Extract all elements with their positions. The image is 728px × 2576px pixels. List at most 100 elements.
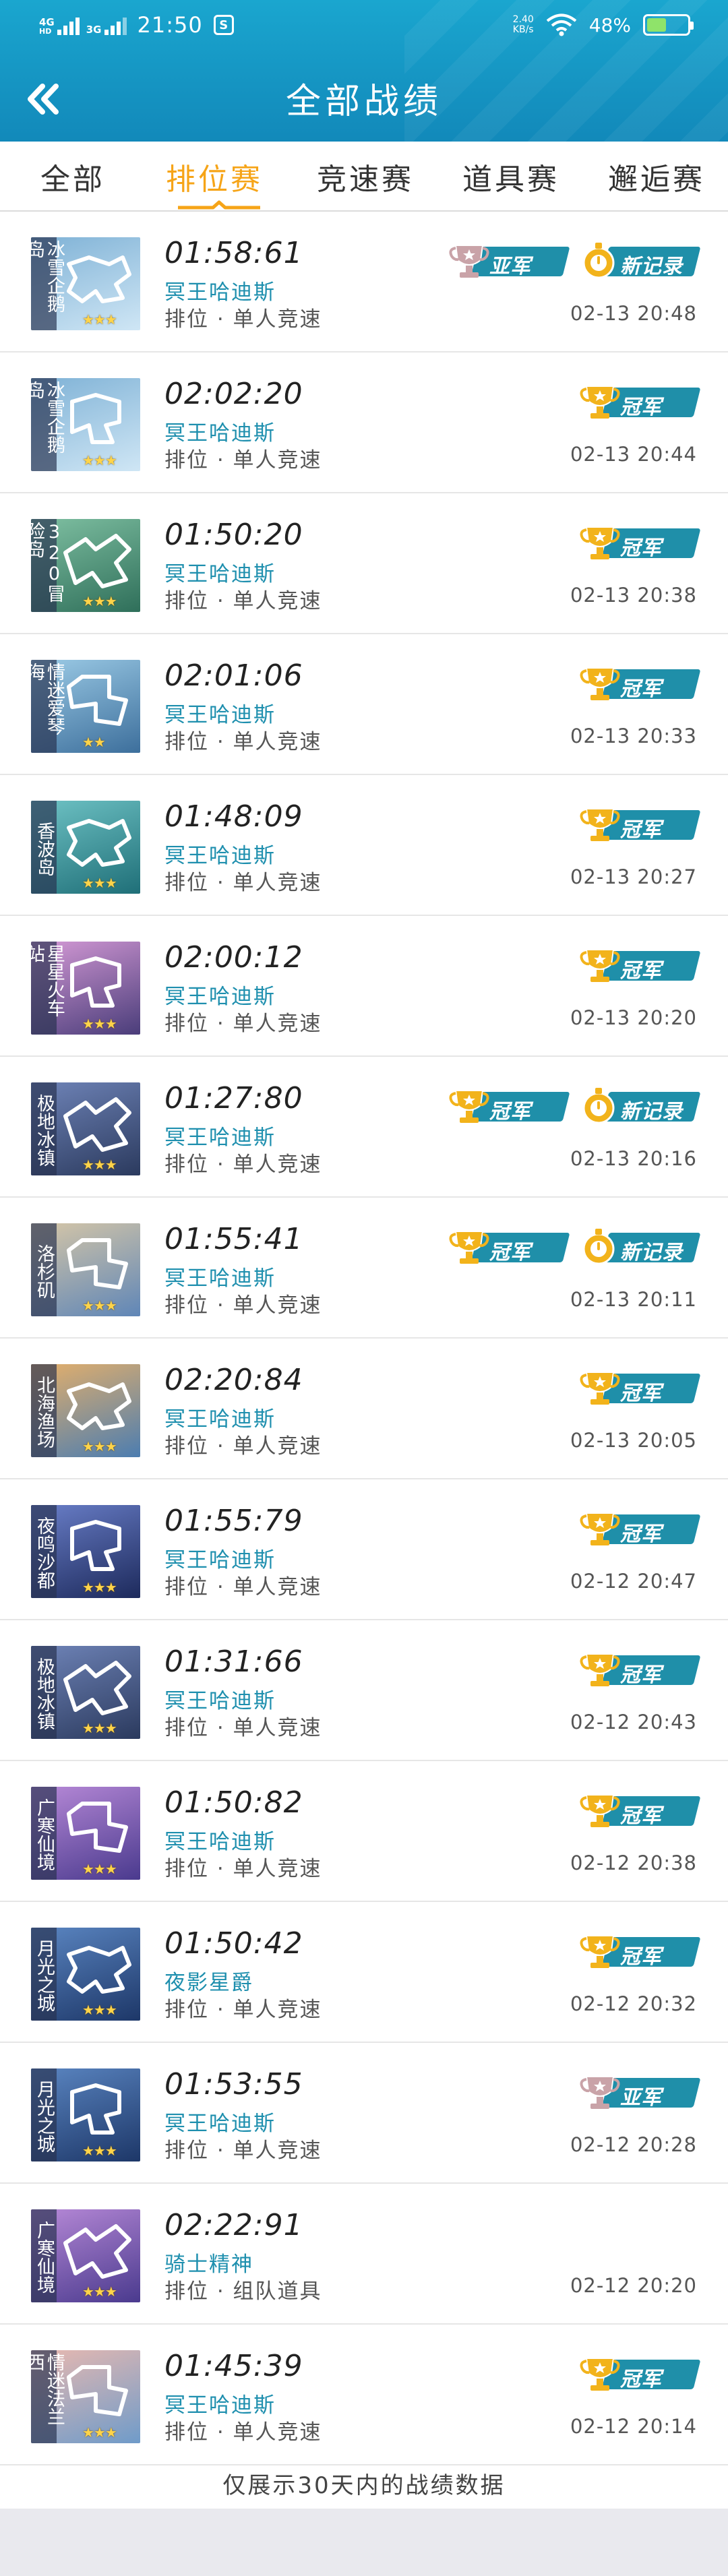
race-mode: 排位 · 单人竞速 bbox=[164, 1153, 322, 1177]
car-name: 冥王哈迪斯 bbox=[164, 280, 276, 305]
track-name: 极地冰镇 bbox=[31, 1082, 57, 1175]
track-thumbnail: 320冒险岛 ★★★ bbox=[31, 519, 140, 612]
tab-encounter-race[interactable]: 邂逅赛 bbox=[608, 155, 705, 198]
battery-level-fill bbox=[647, 18, 666, 32]
trophy-icon bbox=[580, 526, 620, 559]
champion-badge: 冠军 bbox=[578, 381, 701, 421]
record-row[interactable]: 冰雪企鹅岛 ★★★ 02:02:20 冥王哈迪斯 排位 · 单人竞速 冠军 02… bbox=[0, 352, 728, 493]
trophy-icon bbox=[580, 1512, 620, 1545]
record-row[interactable]: 月光之城 ★★★ 01:53:55 冥王哈迪斯 排位 · 单人竞速 亚军 02-… bbox=[0, 2043, 728, 2184]
badge-label: 亚军 bbox=[620, 2086, 662, 2110]
car-name: 冥王哈迪斯 bbox=[164, 844, 276, 868]
tab-item-race[interactable]: 道具赛 bbox=[462, 155, 559, 198]
record-row[interactable]: 情迷法兰西 ★★★ 01:45:39 冥王哈迪斯 排位 · 单人竞速 冠军 02… bbox=[0, 2325, 728, 2465]
result-badges: 冠军 新记录 bbox=[448, 1226, 701, 1266]
car-name: 冥王哈迪斯 bbox=[164, 985, 276, 1009]
track-thumbnail: 北海渔场 ★★★ bbox=[31, 1364, 140, 1457]
race-date: 02-13 20:16 bbox=[570, 1147, 697, 1170]
clock-time: 21:50 bbox=[137, 12, 203, 38]
race-date: 02-13 20:33 bbox=[570, 725, 697, 747]
car-name: 冥王哈迪斯 bbox=[164, 1266, 276, 1291]
champion-badge: 冠军 bbox=[578, 522, 701, 562]
champion-badge: 冠军 bbox=[578, 2353, 701, 2393]
tab-all[interactable]: 全部 bbox=[40, 155, 105, 198]
race-date: 02-13 20:27 bbox=[570, 865, 697, 888]
race-mode: 排位 · 单人竞速 bbox=[164, 1998, 322, 2022]
record-row[interactable]: 情迷爱琴海 ★★ 02:01:06 冥王哈迪斯 排位 · 单人竞速 冠军 02-… bbox=[0, 634, 728, 775]
race-date: 02-13 20:05 bbox=[570, 1429, 697, 1452]
car-name: 冥王哈迪斯 bbox=[164, 1548, 276, 1572]
difficulty-stars: ★★★ bbox=[82, 1579, 117, 1595]
record-row[interactable]: 星星火车站 ★★★ 02:00:12 冥王哈迪斯 排位 · 单人竞速 冠军 02… bbox=[0, 916, 728, 1057]
difficulty-stars: ★★★ bbox=[82, 1157, 117, 1173]
result-badges: 冠军 bbox=[578, 1930, 701, 1971]
difficulty-stars: ★★★ bbox=[82, 452, 117, 468]
record-row[interactable]: 月光之城 ★★★ 01:50:42 夜影星爵 排位 · 单人竞速 冠军 02-1… bbox=[0, 1902, 728, 2043]
champion-badge: 冠军 bbox=[448, 1226, 570, 1266]
race-mode: 排位 · 单人竞速 bbox=[164, 1434, 322, 1459]
race-time: 01:50:20 bbox=[164, 518, 303, 552]
badge-label: 冠军 bbox=[620, 2368, 662, 2391]
car-name: 冥王哈迪斯 bbox=[164, 2393, 276, 2418]
stopwatch-icon bbox=[582, 243, 615, 279]
battery-percent: 48% bbox=[588, 13, 631, 36]
track-name: 月光之城 bbox=[31, 1928, 57, 2021]
result-badges: 亚军 新记录 bbox=[448, 240, 701, 280]
track-thumbnail: 情迷爱琴海 ★★ bbox=[31, 660, 140, 753]
champion-badge: 冠军 bbox=[578, 803, 701, 844]
track-map-icon bbox=[63, 1097, 131, 1152]
result-badges: 冠军 bbox=[578, 1367, 701, 1407]
record-row[interactable]: 夜鸣沙都 ★★★ 01:55:79 冥王哈迪斯 排位 · 单人竞速 冠军 02-… bbox=[0, 1479, 728, 1620]
network-type-label: 4G bbox=[39, 16, 55, 28]
track-map-icon bbox=[67, 1946, 131, 1994]
track-thumbnail: 月光之城 ★★★ bbox=[31, 2068, 140, 2161]
race-time: 01:58:61 bbox=[164, 236, 303, 270]
result-badges: 冠军 bbox=[578, 1649, 701, 1689]
record-row[interactable]: 北海渔场 ★★★ 02:20:84 冥王哈迪斯 排位 · 单人竞速 冠军 02-… bbox=[0, 1339, 728, 1479]
badge-label: 冠军 bbox=[620, 1804, 662, 1828]
race-mode: 排位 · 组队道具 bbox=[164, 2279, 322, 2304]
difficulty-stars: ★★★ bbox=[82, 2283, 117, 2300]
record-row[interactable]: 广寒仙境 ★★★ 01:50:82 冥王哈迪斯 排位 · 单人竞速 冠军 02-… bbox=[0, 1761, 728, 1902]
champion-badge: 冠军 bbox=[578, 1789, 701, 1830]
runner-up-badge: 亚军 bbox=[578, 2071, 701, 2112]
record-row[interactable]: 冰雪企鹅岛 ★★★ 01:58:61 冥王哈迪斯 排位 · 单人竞速 亚军 新记… bbox=[0, 212, 728, 352]
difficulty-stars: ★★★ bbox=[82, 875, 117, 891]
race-time: 01:50:82 bbox=[164, 1785, 303, 1820]
result-badges: 冠军 bbox=[578, 803, 701, 844]
race-date: 02-12 20:38 bbox=[570, 1851, 697, 1874]
tab-speed-race[interactable]: 竞速赛 bbox=[317, 155, 414, 198]
record-list: 冰雪企鹅岛 ★★★ 01:58:61 冥王哈迪斯 排位 · 单人竞速 亚军 新记… bbox=[0, 212, 728, 2465]
signal-strength-icon bbox=[57, 15, 80, 35]
race-mode: 排位 · 单人竞速 bbox=[164, 2420, 322, 2445]
record-row[interactable]: 320冒险岛 ★★★ 01:50:20 冥王哈迪斯 排位 · 单人竞速 冠军 0… bbox=[0, 493, 728, 634]
record-row[interactable]: 极地冰镇 ★★★ 01:27:80 冥王哈迪斯 排位 · 单人竞速 冠军 新记录… bbox=[0, 1057, 728, 1198]
network-speed: 2.40 KB/s bbox=[513, 15, 534, 35]
trophy-icon bbox=[449, 245, 489, 278]
stopwatch-icon bbox=[582, 1088, 615, 1124]
result-badges: 冠军 bbox=[578, 1508, 701, 1548]
car-name: 冥王哈迪斯 bbox=[164, 1407, 276, 1432]
bottom-spacer bbox=[0, 2509, 728, 2576]
track-thumbnail: 月光之城 ★★★ bbox=[31, 1928, 140, 2021]
track-name: 香波岛 bbox=[31, 801, 57, 894]
car-name: 冥王哈迪斯 bbox=[164, 421, 276, 446]
track-map-icon bbox=[70, 2083, 121, 2135]
badge-label: 冠军 bbox=[620, 396, 662, 419]
race-time: 02:20:84 bbox=[164, 1363, 303, 1397]
record-row[interactable]: 极地冰镇 ★★★ 01:31:66 冥王哈迪斯 排位 · 单人竞速 冠军 02-… bbox=[0, 1620, 728, 1761]
track-thumbnail: 洛杉矶 ★★★ bbox=[31, 1223, 140, 1316]
network-speed-unit: KB/s bbox=[512, 24, 534, 35]
race-time: 01:48:09 bbox=[164, 799, 303, 834]
record-row[interactable]: 香波岛 ★★★ 01:48:09 冥王哈迪斯 排位 · 单人竞速 冠军 02-1… bbox=[0, 775, 728, 916]
badge-label: 冠军 bbox=[489, 1100, 531, 1124]
badge-label: 冠军 bbox=[620, 959, 662, 983]
track-name: 月光之城 bbox=[31, 2068, 57, 2161]
record-row[interactable]: 广寒仙境 ★★★ 02:22:91 骑士精神 排位 · 组队道具 02-12 2… bbox=[0, 2184, 728, 2325]
race-date: 02-12 20:14 bbox=[570, 2415, 697, 2438]
race-time: 02:00:12 bbox=[164, 940, 303, 975]
race-mode: 排位 · 单人竞速 bbox=[164, 448, 322, 472]
record-row[interactable]: 洛杉矶 ★★★ 01:55:41 冥王哈迪斯 排位 · 单人竞速 冠军 新记录 … bbox=[0, 1198, 728, 1339]
tab-ranked[interactable]: 排位赛 bbox=[166, 155, 263, 198]
difficulty-stars: ★★ bbox=[82, 734, 106, 750]
